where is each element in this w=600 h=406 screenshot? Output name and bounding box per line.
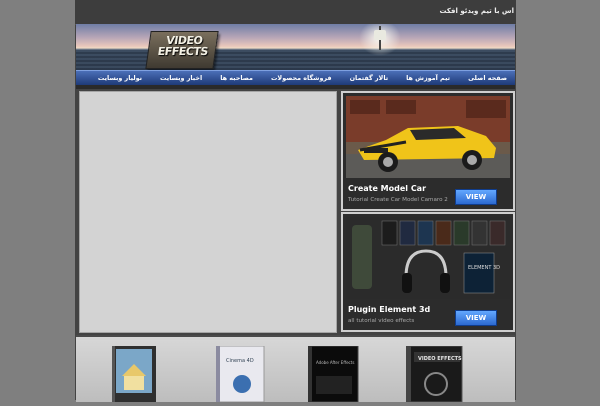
product-box-house[interactable]: [112, 346, 160, 406]
nav-list: صفحه اصلی تیم آموزش ها تالار گفتمان فروش…: [76, 71, 515, 82]
svg-text:ELEMENT 3D: ELEMENT 3D: [468, 265, 500, 271]
logo-line2: EFFECTS: [156, 45, 209, 58]
svg-text:VIDEO EFFECTS: VIDEO EFFECTS: [418, 356, 462, 362]
card-description: all tutorial video effects: [348, 318, 415, 324]
header-banner: VIDEO EFFECTS: [76, 24, 515, 70]
card-title: Plugin Element 3d: [348, 305, 431, 314]
sailing-ship-image: [359, 24, 401, 56]
nav-item-interviews[interactable]: مصاحبه ها: [210, 71, 261, 82]
product-box-cinema4d[interactable]: Cinema 4D: [215, 345, 268, 406]
main-content-area: [79, 91, 337, 333]
svg-text:Adobe After Effects: Adobe After Effects: [316, 360, 354, 365]
card-description: Tutorial Create Car Model Camaro 2010: [348, 197, 448, 203]
view-button[interactable]: VIEW: [455, 189, 497, 205]
product-showcase: Cinema 4D Adobe After Effects VIDEO EFFE…: [76, 335, 515, 403]
product-box-video-effects[interactable]: VIDEO EFFECTS: [405, 345, 466, 406]
nav-item-site-toolbar[interactable]: نولیار وبسایت: [88, 71, 150, 82]
featured-card-car[interactable]: Create Model Car Tutorial Create Car Mod…: [341, 91, 515, 211]
nav-item-shop[interactable]: فروشگاه محصولات: [261, 71, 340, 82]
camaro-car-image: [346, 96, 510, 178]
main-navigation: صفحه اصلی تیم آموزش ها تالار گفتمان فروش…: [76, 70, 515, 85]
nav-shadow: [76, 85, 515, 89]
element3d-bundle-image: ELEMENT 3D: [346, 217, 510, 299]
sea-background: [76, 50, 515, 70]
nav-item-forum[interactable]: تالار گفتمان: [340, 71, 397, 82]
nav-item-tutorials[interactable]: تیم آموزش ها: [396, 71, 458, 82]
video-effects-logo[interactable]: VIDEO EFFECTS: [145, 31, 219, 69]
product-box-after-effects[interactable]: Adobe After Effects: [307, 345, 362, 406]
marquee-text: اس با تیم ویدئو افکت: [439, 7, 514, 15]
top-bar: اس با تیم ویدئو افکت: [75, 0, 516, 25]
featured-card-plugin[interactable]: ELEMENT 3D Plugin Element 3d all tutoria…: [341, 212, 515, 332]
logo-text: VIDEO EFFECTS: [150, 34, 217, 58]
card-title: Create Model Car: [348, 184, 427, 193]
view-button[interactable]: VIEW: [455, 310, 497, 326]
svg-text:Cinema 4D: Cinema 4D: [226, 358, 254, 364]
ship-sail: [374, 30, 386, 40]
site-container: اس با تیم ویدئو افکت VIDEO EFFECTS صفحه …: [75, 0, 516, 403]
nav-item-home[interactable]: صفحه اصلی: [458, 71, 515, 82]
nav-item-news[interactable]: اخبار وبسایت: [150, 71, 210, 82]
